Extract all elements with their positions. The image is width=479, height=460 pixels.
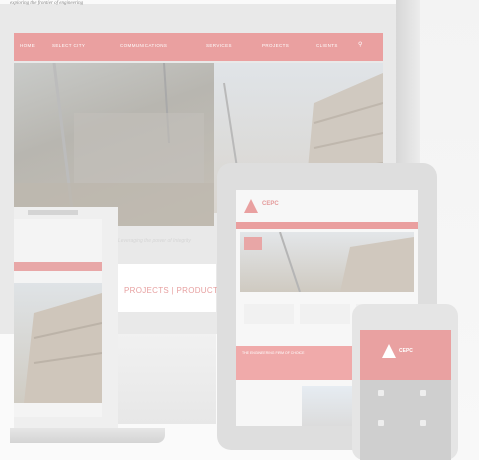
tablet-nav-bar bbox=[236, 222, 418, 229]
nav-item-communications[interactable]: COMMUNICATIONS bbox=[120, 43, 167, 48]
laptop-nav-bar bbox=[14, 262, 102, 271]
phone-header bbox=[360, 330, 451, 380]
tablet-secondary-photo bbox=[302, 386, 352, 426]
nav-item-services[interactable]: SERVICES bbox=[206, 43, 232, 48]
website-nav-bar: HOME SELECT CITY COMMUNICATIONS SERVICES… bbox=[14, 33, 383, 61]
nav-item-select-city[interactable]: SELECT CITY bbox=[52, 43, 85, 48]
monitor-stand bbox=[118, 334, 216, 424]
nav-item-projects[interactable]: PROJECTS bbox=[262, 43, 289, 48]
nav-item-home[interactable]: HOME bbox=[20, 43, 35, 48]
tablet-hero-photo bbox=[240, 232, 414, 292]
nav-item-clients[interactable]: CLIENTS bbox=[316, 43, 338, 48]
tablet-band-text: THE ENGINEERING FIRM OF CHOICE bbox=[242, 351, 305, 355]
phone-logo-text: CEPC bbox=[399, 348, 413, 354]
laptop-building-photo bbox=[14, 283, 102, 403]
search-icon[interactable]: ⚲ bbox=[358, 41, 363, 48]
tablet-column-1 bbox=[244, 304, 294, 324]
phone-menu-icon[interactable] bbox=[420, 390, 426, 396]
hero-caption: Leveraging the power of Integrity bbox=[118, 238, 191, 244]
laptop-toolbar bbox=[28, 210, 78, 215]
tablet-hero-logo bbox=[244, 237, 262, 250]
laptop-base bbox=[10, 428, 165, 443]
site-tagline: exploring the frontier of engineering bbox=[10, 1, 84, 6]
construction-site-photo bbox=[14, 63, 214, 226]
tablet-column-2 bbox=[300, 304, 350, 324]
phone-menu-icon[interactable] bbox=[420, 420, 426, 426]
projects-strip-label: PROJECTS | PRODUCTS bbox=[124, 286, 224, 295]
tablet-logo-text: CEPC bbox=[262, 201, 279, 207]
phone-menu-icon[interactable] bbox=[378, 390, 384, 396]
phone-menu-icon[interactable] bbox=[378, 420, 384, 426]
